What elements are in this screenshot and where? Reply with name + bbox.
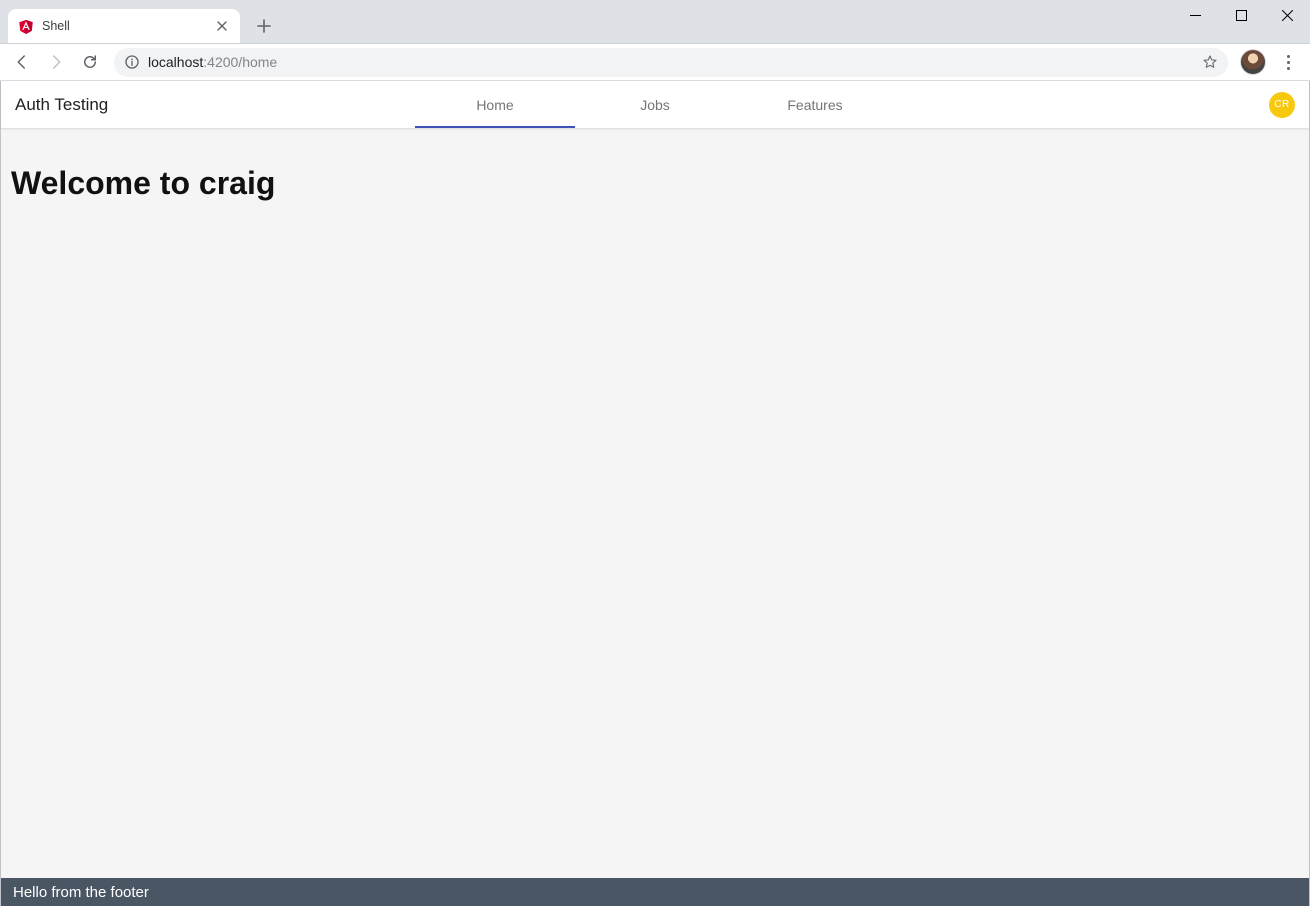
browser-tabstrip: Shell bbox=[0, 0, 278, 43]
nav-tab-label: Features bbox=[787, 97, 842, 113]
header-right: CR bbox=[1269, 81, 1309, 128]
angular-icon bbox=[18, 18, 34, 34]
brand-title: Auth Testing bbox=[1, 81, 122, 128]
tab-features[interactable]: Features bbox=[735, 81, 895, 128]
browser-titlebar: Shell bbox=[0, 0, 1310, 44]
main-content: Welcome to craig bbox=[1, 129, 1309, 878]
window-close-button[interactable] bbox=[1264, 0, 1310, 30]
nav-tabs: Home Jobs Features bbox=[1, 81, 1309, 128]
window-controls bbox=[1172, 0, 1310, 30]
page-heading: Welcome to craig bbox=[11, 165, 1299, 202]
nav-tab-label: Jobs bbox=[640, 97, 670, 113]
footer-text: Hello from the footer bbox=[13, 884, 149, 901]
app-footer: Hello from the footer bbox=[1, 878, 1309, 906]
maximize-button[interactable] bbox=[1218, 0, 1264, 30]
browser-tab[interactable]: Shell bbox=[8, 9, 240, 43]
forward-button[interactable] bbox=[40, 46, 72, 78]
page: Auth Testing Home Jobs Features CR Welco… bbox=[0, 81, 1310, 906]
tab-jobs[interactable]: Jobs bbox=[575, 81, 735, 128]
browser-toolbar: localhost:4200/home bbox=[0, 44, 1310, 81]
bookmark-star-icon[interactable] bbox=[1202, 54, 1218, 70]
address-bar[interactable]: localhost:4200/home bbox=[114, 48, 1228, 77]
nav-tab-label: Home bbox=[476, 97, 513, 113]
minimize-button[interactable] bbox=[1172, 0, 1218, 30]
browser-menu-button[interactable] bbox=[1272, 46, 1304, 78]
address-bar-url: localhost:4200/home bbox=[148, 54, 1194, 70]
site-info-icon[interactable] bbox=[124, 54, 140, 70]
back-button[interactable] bbox=[6, 46, 38, 78]
app-header: Auth Testing Home Jobs Features CR bbox=[1, 81, 1309, 129]
kebab-icon bbox=[1287, 55, 1290, 70]
new-tab-button[interactable] bbox=[250, 12, 278, 40]
browser-tab-title: Shell bbox=[42, 19, 206, 33]
close-icon[interactable] bbox=[214, 18, 230, 34]
browser-profile-avatar[interactable] bbox=[1240, 49, 1266, 75]
tab-home[interactable]: Home bbox=[415, 81, 575, 128]
reload-button[interactable] bbox=[74, 46, 106, 78]
user-avatar-chip[interactable]: CR bbox=[1269, 92, 1295, 118]
